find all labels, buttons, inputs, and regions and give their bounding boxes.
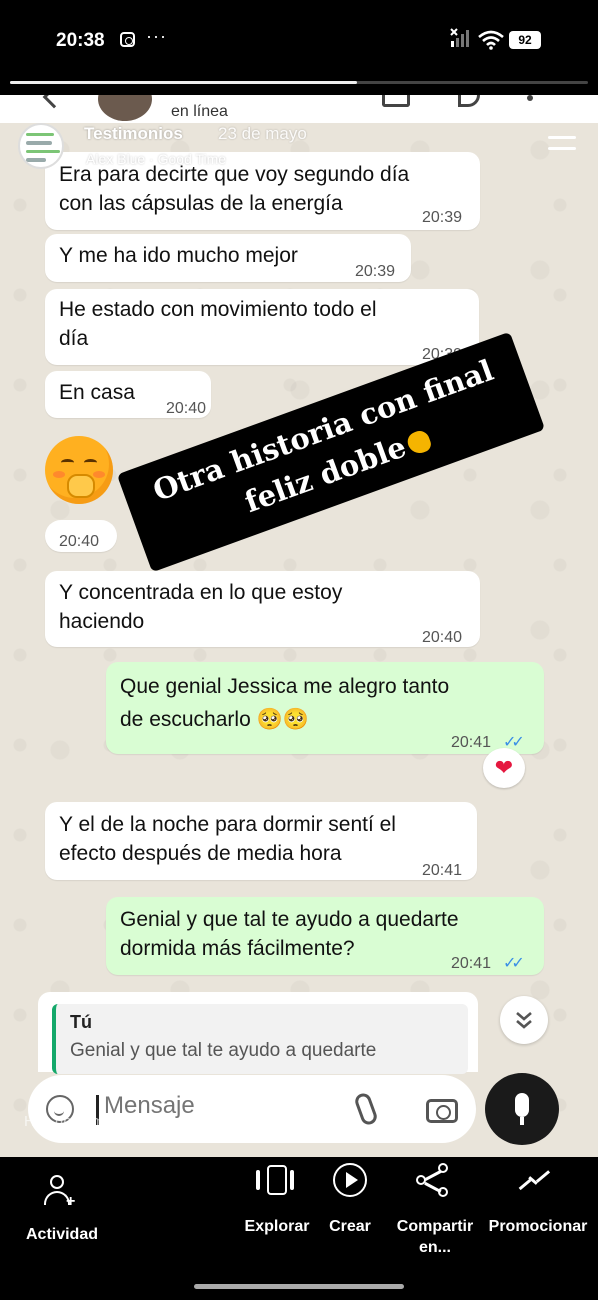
message-text: con las cápsulas de la energía — [59, 192, 343, 215]
nav-explore-label[interactable]: Explorar — [238, 1216, 316, 1237]
outgoing-message[interactable]: Genial y que tal te ayudo a quedarte dorm… — [106, 897, 544, 975]
quoted-message: Tú Genial y que tal te ayudo a quedarte — [52, 1004, 468, 1074]
story-progress-fill — [10, 81, 357, 84]
status-time: 20:38 — [56, 30, 105, 51]
status-bar: 20:38 ··· 92 — [0, 0, 598, 82]
reply-text: Genial y que tal te ayudo a quedarte — [70, 1040, 377, 1061]
message-time: 20:41 — [451, 955, 492, 972]
nav-create-label[interactable]: Crear — [322, 1216, 378, 1237]
incoming-message[interactable]: Y me ha ido mucho mejor 20:39 — [45, 234, 411, 282]
message-time: 20:39 — [422, 209, 463, 226]
message-time: 20:40 — [166, 400, 207, 417]
message-time: 20:41 — [451, 734, 492, 751]
video-call-icon — [382, 95, 410, 107]
emoji-cheek — [93, 471, 105, 478]
scroll-down-button[interactable] — [500, 996, 548, 1044]
face-with-hand-over-mouth-icon — [45, 436, 113, 504]
share-icon[interactable] — [416, 1163, 452, 1197]
reply-preview: Tú Genial y que tal te ayudo a quedarte — [38, 992, 478, 1074]
nav-activity-label[interactable]: Actividad — [22, 1224, 102, 1245]
incoming-message[interactable]: He estado con movimiento todo el día 20:39 — [45, 289, 479, 365]
contact-avatar — [98, 95, 152, 121]
message-text: Y me ha ido mucho mejor — [59, 244, 298, 267]
message-time: 20:41 — [422, 862, 463, 879]
microphone-button[interactable] — [485, 1073, 559, 1145]
avatar-graphic — [26, 150, 60, 153]
incoming-message[interactable]: En casa 20:40 — [45, 371, 211, 418]
story-username[interactable]: Testimonios — [84, 124, 183, 144]
message-text: haciendo — [59, 610, 145, 633]
message-time: 20:39 — [355, 263, 396, 280]
microphone-icon — [515, 1093, 529, 1117]
wifi-icon — [478, 30, 504, 50]
avatar-graphic — [26, 141, 52, 145]
avatar-graphic — [26, 158, 46, 162]
chat-menu-icon — [527, 95, 533, 101]
instagram-notification-icon — [120, 32, 135, 47]
message-text: He estado con movimiento todo el — [59, 298, 377, 321]
message-text: día — [59, 327, 89, 350]
paperclip-icon[interactable] — [353, 1091, 379, 1127]
message-text: efecto después de media hora — [59, 842, 342, 865]
signal-icon — [450, 28, 469, 47]
bottom-nav: + Actividad Explorar Crear Compartir en.… — [0, 1157, 598, 1300]
read-receipt-icon: ✓✓ — [503, 955, 525, 972]
heart-reaction-icon: ❤ — [483, 748, 525, 788]
camera-icon[interactable] — [426, 1099, 458, 1123]
message-text: Genial y que tal te ayudo a quedarte — [120, 908, 459, 931]
message-text: Que genial Jessica me alegro tanto — [120, 675, 450, 698]
outgoing-message[interactable]: Que genial Jessica me alegro tanto de esc… — [106, 662, 544, 754]
incoming-message[interactable]: 20:40 — [45, 520, 117, 552]
story-date: 23 de mayo — [218, 124, 307, 143]
message-text: Y concentrada en lo que estoy — [59, 581, 343, 604]
more-notifications-icon: ··· — [146, 26, 167, 46]
phone-call-icon — [458, 95, 480, 107]
emoji-hand — [67, 474, 95, 498]
story-profile-avatar[interactable] — [18, 123, 64, 169]
emoji-eye — [61, 459, 74, 466]
message-text: de escucharlo 🥺🥺 — [120, 708, 309, 731]
create-icon[interactable] — [333, 1163, 367, 1197]
chat-header: en línea — [0, 95, 598, 123]
emoji-eye — [84, 459, 97, 466]
comment-hint[interactable]: Haz un comentario... — [24, 1113, 162, 1130]
reply-author: Tú — [70, 1012, 92, 1032]
message-time: 20:40 — [422, 629, 463, 646]
double-chevron-down-icon — [516, 1012, 532, 1029]
message-text: Y el de la noche para dormir sentí el — [59, 813, 396, 836]
message-time: 20:40 — [59, 533, 100, 550]
nav-share-label[interactable]: Compartir en... — [390, 1216, 480, 1258]
message-text: En casa — [59, 381, 135, 404]
back-arrow-icon — [42, 95, 66, 109]
explore-icon[interactable] — [256, 1165, 294, 1195]
story-music-label[interactable]: Alex Blue · Good Time — [86, 151, 226, 167]
message-text: dormida más fácilmente? — [120, 937, 355, 960]
story-menu-icon[interactable] — [548, 136, 576, 158]
battery-indicator: 92 — [509, 31, 541, 49]
contact-status: en línea — [171, 103, 228, 120]
microphone-stand — [520, 1117, 524, 1125]
message-compose-bar — [28, 1075, 476, 1143]
avatar-graphic — [26, 133, 54, 136]
activity-icon[interactable]: + — [44, 1173, 78, 1210]
promote-icon[interactable] — [518, 1165, 552, 1193]
flexed-biceps-icon — [405, 428, 434, 457]
nav-promote-label[interactable]: Promocionar — [488, 1216, 588, 1237]
story-progress-bar — [10, 81, 588, 84]
incoming-message[interactable]: Y concentrada en lo que estoy haciendo 20:… — [45, 571, 480, 647]
incoming-message[interactable]: Y el de la noche para dormir sentí el efe… — [45, 802, 477, 880]
home-indicator — [194, 1284, 404, 1289]
emoji-cheek — [53, 471, 65, 478]
